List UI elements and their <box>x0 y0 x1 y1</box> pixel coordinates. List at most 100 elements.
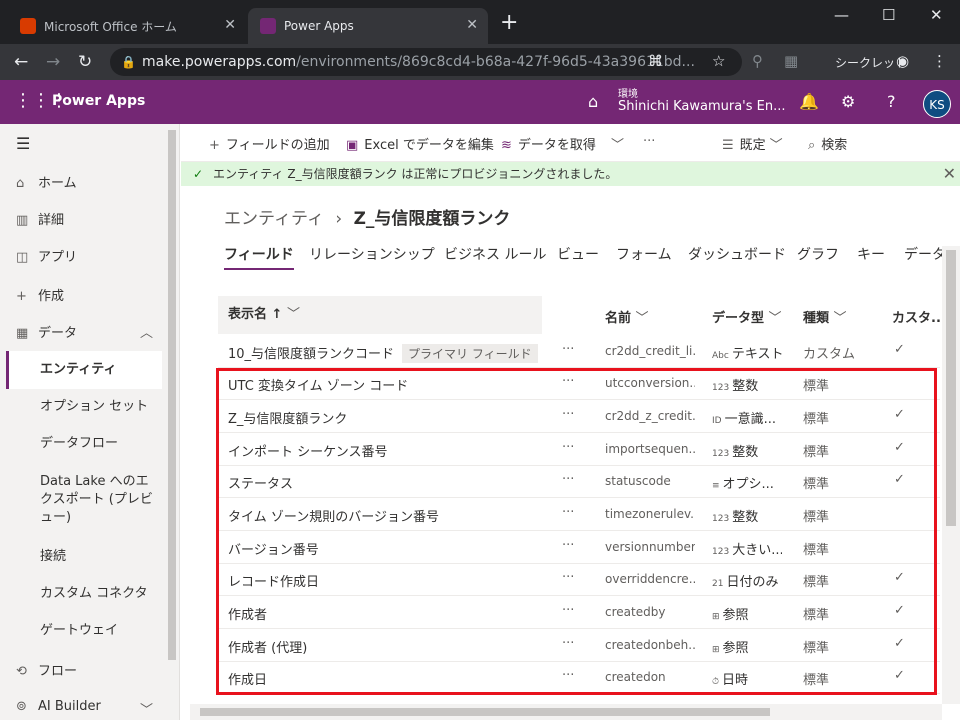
nav-apps[interactable]: ◫ アプリ <box>16 246 77 265</box>
more-options-icon[interactable]: ··· <box>562 538 574 553</box>
field-display-name[interactable]: ステータス <box>228 473 293 492</box>
table-row[interactable]: Z_与信限度額ランク ··· cr2dd_z_credit... ID 一意識... 標準… <box>218 401 940 433</box>
close-window-icon[interactable]: ✕ <box>930 6 943 24</box>
field-display-name[interactable]: UTC 変換タイム ゾーン コード <box>228 375 408 394</box>
app-name[interactable]: Power Apps <box>52 93 145 109</box>
more-options-icon[interactable]: ··· <box>562 570 574 585</box>
tab-forms[interactable]: フォーム <box>616 244 672 264</box>
tab-views[interactable]: ビュー <box>557 244 599 264</box>
settings-gear-icon[interactable]: ⚙ <box>841 92 855 111</box>
breadcrumb-parent[interactable]: エンティティ <box>224 209 324 229</box>
field-display-name[interactable]: 10_与信限度額ランクコード プライマリ フィールド <box>228 343 538 363</box>
close-tab-icon[interactable]: ✕ <box>224 17 236 33</box>
more-options-icon[interactable]: ··· <box>562 374 574 389</box>
translate-icon[interactable]: ⌘ <box>648 52 663 70</box>
more-options-icon[interactable]: ··· <box>562 342 574 357</box>
more-options-icon[interactable]: ··· <box>562 440 574 455</box>
table-row[interactable]: UTC 変換タイム ゾーン コード ··· utcconversion... 123 整… <box>218 368 940 400</box>
field-display-name[interactable]: タイム ゾーン規則のバージョン番号 <box>228 506 439 525</box>
table-row[interactable]: ステータス ··· statuscode ≡ オプシ... 標準 ✓ <box>218 466 940 498</box>
nav-entities[interactable]: エンティティ <box>6 351 162 389</box>
more-options-icon[interactable]: ··· <box>562 472 574 487</box>
more-commands-icon[interactable]: ··· <box>643 134 655 149</box>
extension-icon-2[interactable]: ▦ <box>784 52 798 70</box>
more-options-icon[interactable]: ··· <box>562 636 574 651</box>
edit-in-excel-button[interactable]: ▣ Excel でデータを編集 <box>346 134 494 153</box>
field-display-name[interactable]: Z_与信限度額ランク <box>228 408 347 427</box>
table-row[interactable]: 作成者 (代理) ··· createdonbeh... ⊞ 参照 標準 ✓ <box>218 630 940 662</box>
extension-icon[interactable]: ⚲ <box>752 52 763 70</box>
field-display-name[interactable]: 作成者 (代理) <box>228 637 307 656</box>
table-horizontal-scrollbar[interactable] <box>190 704 942 720</box>
scroll-thumb[interactable] <box>946 250 956 526</box>
sidebar-scrollbar[interactable] <box>166 124 178 720</box>
table-row[interactable]: 10_与信限度額ランクコード プライマリ フィールド ··· cr2dd_credit… <box>218 336 940 368</box>
more-options-icon[interactable]: ··· <box>562 668 574 683</box>
table-row[interactable]: インポート シーケンス番号 ··· importsequen... 123 整数 標準 ✓ <box>218 434 940 466</box>
bookmark-star-icon[interactable]: ☆ <box>712 52 725 70</box>
column-type[interactable]: 種類 ﹀ <box>803 307 847 326</box>
nav-ai-builder[interactable]: ⊚ AI Builder ﹀ <box>16 699 153 718</box>
more-options-icon[interactable]: ··· <box>562 407 574 422</box>
nav-create[interactable]: + 作成 <box>16 285 64 304</box>
maximize-icon[interactable]: ☐ <box>882 6 895 24</box>
table-row[interactable]: バージョン番号 ··· versionnumber 123 大きい... 標準 <box>218 532 940 564</box>
field-display-name[interactable]: 作成者 <box>228 604 267 623</box>
tab-dashboards[interactable]: ダッシュボード <box>688 244 786 264</box>
nav-gateways[interactable]: ゲートウェイ <box>40 622 160 640</box>
get-data-dropdown-icon[interactable]: ﹀ <box>611 134 624 153</box>
browser-tab-office[interactable]: Microsoft Office ホーム ✕ <box>8 8 246 44</box>
tab-charts[interactable]: グラフ <box>797 244 839 264</box>
hamburger-menu-icon[interactable]: ☰ <box>16 134 30 153</box>
field-display-name[interactable]: 作成日 <box>228 669 267 688</box>
close-banner-icon[interactable]: ✕ <box>943 162 956 186</box>
scroll-thumb[interactable] <box>168 130 176 660</box>
environment-name[interactable]: Shinichi Kawamura's En... <box>618 99 786 114</box>
field-display-name[interactable]: インポート シーケンス番号 <box>228 441 387 460</box>
tab-fields[interactable]: フィールド <box>224 244 294 270</box>
nav-option-sets[interactable]: オプション セット <box>40 398 160 416</box>
nav-learn[interactable]: ▥ 詳細 <box>16 209 64 228</box>
view-selector[interactable]: ☰ 既定 ﹀ <box>722 134 783 153</box>
close-tab-icon[interactable]: ✕ <box>466 17 478 33</box>
table-row[interactable]: 作成者 ··· createdby ⊞ 参照 標準 ✓ <box>218 597 940 629</box>
scroll-thumb[interactable] <box>200 708 770 716</box>
nav-dataflows[interactable]: データフロー <box>40 435 160 453</box>
reload-icon[interactable]: ↻ <box>78 52 92 72</box>
nav-custom-connectors[interactable]: カスタム コネクタ <box>40 585 160 603</box>
column-name[interactable]: 名前 ﹀ <box>605 307 649 326</box>
nav-data-lake-export[interactable]: Data Lake へのエクスポート (プレビュー) <box>40 473 160 527</box>
get-data-button[interactable]: ≋ データを取得 <box>501 134 596 153</box>
nav-flows[interactable]: ⟲ フロー <box>16 660 77 679</box>
column-display-name[interactable]: 表示名 ↑ ﹀ <box>218 296 542 334</box>
minimize-icon[interactable]: — <box>834 6 849 24</box>
browser-menu-icon[interactable]: ⋮ <box>932 52 947 70</box>
search-box[interactable]: ⌕ 検索 <box>808 134 847 153</box>
notifications-icon[interactable]: 🔔 <box>799 92 819 111</box>
tab-keys[interactable]: キー <box>857 244 885 264</box>
new-tab-icon[interactable]: + <box>500 12 518 34</box>
field-kind: 標準 <box>803 379 830 394</box>
table-row[interactable]: タイム ゾーン規則のバージョン番号 ··· timezonerulev... 123 整… <box>218 499 940 531</box>
add-field-button[interactable]: + フィールドの追加 <box>209 134 330 153</box>
more-options-icon[interactable]: ··· <box>562 505 574 520</box>
tab-business-rules[interactable]: ビジネス ルール <box>444 244 546 264</box>
more-options-icon[interactable]: ··· <box>562 603 574 618</box>
forward-icon[interactable]: → <box>46 52 60 72</box>
column-custom[interactable]: カスタ... <box>892 307 946 326</box>
browser-tab-powerapps[interactable]: Power Apps ✕ <box>248 8 488 44</box>
tab-data[interactable]: データ <box>904 244 946 264</box>
avatar[interactable]: KS <box>923 90 951 118</box>
help-icon[interactable]: ? <box>887 92 896 111</box>
table-vertical-scrollbar[interactable] <box>942 246 960 704</box>
table-row[interactable]: 作成日 ··· createdon ⏱ 日時 標準 ✓ <box>218 662 940 694</box>
table-row[interactable]: レコード作成日 ··· overriddencre... 21 日付のみ 標準 ✓ <box>218 564 940 596</box>
nav-home[interactable]: ⌂ ホーム <box>16 172 77 191</box>
tab-relationships[interactable]: リレーションシップ <box>309 244 435 264</box>
field-display-name[interactable]: バージョン番号 <box>228 539 319 558</box>
nav-connections[interactable]: 接続 <box>40 548 160 566</box>
field-display-name[interactable]: レコード作成日 <box>228 571 319 590</box>
nav-data[interactable]: ▦ データ ︿ <box>16 322 153 341</box>
back-icon[interactable]: ← <box>14 52 28 72</box>
column-data-type[interactable]: データ型 ﹀ <box>712 307 782 326</box>
